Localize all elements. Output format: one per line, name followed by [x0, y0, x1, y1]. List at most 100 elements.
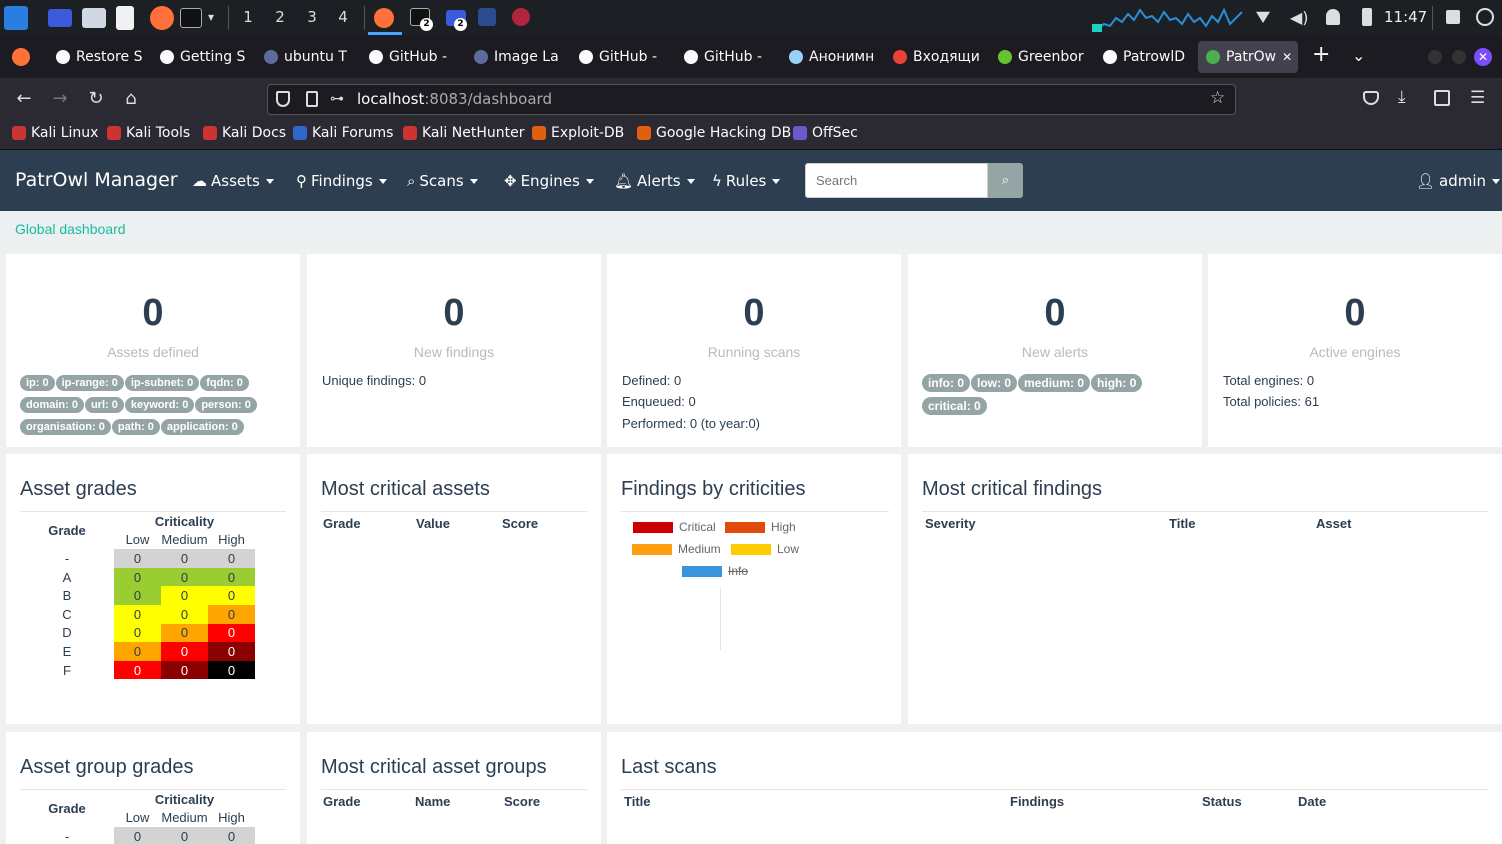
app-window-icon[interactable]: [512, 8, 530, 26]
grade-cell[interactable]: 0: [114, 827, 161, 844]
grade-cell[interactable]: 0: [114, 567, 161, 587]
grade-cell[interactable]: 0: [114, 623, 161, 643]
bookmark-item[interactable]: Google Hacking DB: [637, 125, 791, 141]
browser-tab[interactable]: Getting S: [152, 41, 248, 73]
browser-tab[interactable]: Входящи: [885, 41, 981, 73]
workspace-2[interactable]: 2: [270, 8, 290, 26]
key-icon[interactable]: ⊶: [330, 91, 344, 107]
col-scan-status[interactable]: Status: [1202, 794, 1242, 809]
power-icon[interactable]: [1476, 8, 1494, 26]
chevron-down-icon[interactable]: ▾: [208, 10, 214, 24]
browser-tab[interactable]: Анонимн: [781, 41, 877, 73]
col-group-name[interactable]: Name: [415, 794, 450, 809]
hamburger-menu-icon[interactable]: ☰: [1470, 88, 1485, 108]
search-input[interactable]: [805, 163, 988, 198]
findings-count[interactable]: 0: [307, 292, 601, 335]
page-icon[interactable]: [306, 91, 318, 107]
new-tab-button[interactable]: +: [1312, 42, 1330, 67]
bookmark-item[interactable]: Kali Forums: [293, 125, 393, 141]
grade-cell[interactable]: 0: [114, 660, 161, 680]
grade-cell[interactable]: 0: [161, 586, 208, 605]
firefox-icon[interactable]: [150, 6, 174, 30]
col-group-score[interactable]: Score: [504, 794, 540, 809]
menu-findings[interactable]: ⚲ Findings: [296, 172, 387, 190]
reload-icon[interactable]: ↻: [84, 88, 108, 109]
grade-cell[interactable]: 0: [208, 660, 255, 680]
clock[interactable]: 11:47: [1384, 8, 1427, 26]
grade-cell[interactable]: 0: [114, 604, 161, 624]
downloads-icon[interactable]: ⤓: [1398, 87, 1406, 107]
bookmark-item[interactable]: Kali NetHunter: [403, 125, 524, 141]
close-window-button[interactable]: ✕: [1474, 48, 1492, 66]
assets-count[interactable]: 0: [6, 292, 300, 335]
col-asset[interactable]: Asset: [1316, 516, 1351, 531]
bookmark-item[interactable]: Kali Docs: [203, 125, 286, 141]
grade-cell[interactable]: 0: [161, 567, 208, 587]
browser-tab[interactable]: GitHub -: [361, 41, 457, 73]
browser-tab[interactable]: GitHub -: [571, 41, 667, 73]
grade-cell[interactable]: 0: [161, 549, 208, 568]
monitor-window-icon[interactable]: [478, 8, 496, 26]
col-title[interactable]: Title: [1169, 516, 1196, 531]
browser-tab[interactable]: Greenbor: [990, 41, 1086, 73]
col-group-grade[interactable]: Grade: [323, 794, 361, 809]
menu-alerts[interactable]: 🔔︎ Alerts: [614, 172, 695, 190]
terminal-icon[interactable]: [180, 8, 202, 28]
legend-item[interactable]: Info: [682, 564, 748, 578]
grade-cell[interactable]: 0: [208, 586, 255, 605]
minimize-button[interactable]: [1428, 50, 1442, 64]
browser-tab[interactable]: GitHub -: [676, 41, 772, 73]
grade-cell[interactable]: 0: [208, 549, 255, 568]
alerts-count[interactable]: 0: [908, 292, 1202, 335]
url-text[interactable]: localhost:8083/dashboard: [357, 90, 552, 108]
firefox-window-icon[interactable]: [374, 8, 394, 28]
workspace-3[interactable]: 3: [302, 8, 322, 26]
close-tab-icon[interactable]: ✕: [1282, 50, 1292, 64]
legend-item[interactable]: High: [725, 520, 796, 534]
workspace-4[interactable]: 4: [333, 8, 353, 26]
app-brand[interactable]: PatrOwl Manager: [15, 169, 178, 191]
grade-cell[interactable]: 0: [208, 567, 255, 587]
breadcrumb[interactable]: Global dashboard: [15, 221, 126, 237]
workspace-1[interactable]: 1: [238, 8, 258, 26]
grade-cell[interactable]: 0: [208, 604, 255, 624]
menu-rules[interactable]: ϟ Rules: [712, 172, 781, 190]
tab-list-chevron-icon[interactable]: ⌄: [1352, 46, 1365, 65]
grade-cell[interactable]: 0: [161, 623, 208, 643]
grade-cell[interactable]: 0: [161, 642, 208, 661]
forward-icon[interactable]: →: [48, 88, 72, 109]
shield-icon[interactable]: [276, 91, 290, 107]
col-scan-date[interactable]: Date: [1298, 794, 1326, 809]
user-menu[interactable]: 👤︎ admin: [1416, 172, 1501, 190]
col-score[interactable]: Score: [502, 516, 538, 531]
desktop-icon[interactable]: [48, 9, 72, 27]
scans-count[interactable]: 0: [607, 292, 901, 335]
back-icon[interactable]: ←: [12, 88, 36, 109]
bookmark-item[interactable]: Kali Tools: [107, 125, 190, 141]
grade-cell[interactable]: 0: [114, 642, 161, 661]
legend-item[interactable]: Critical: [633, 520, 716, 534]
kali-menu-icon[interactable]: [4, 6, 28, 30]
search-button[interactable]: ⌕: [988, 163, 1023, 198]
bell-icon[interactable]: [1326, 9, 1340, 25]
browser-tab[interactable]: PatrowlD: [1095, 41, 1191, 73]
grade-cell[interactable]: 0: [208, 642, 255, 661]
browser-tab[interactable]: ubuntu T: [256, 41, 352, 73]
grade-cell[interactable]: 0: [114, 549, 161, 568]
menu-assets[interactable]: ☁ Assets: [192, 172, 274, 190]
bookmark-item[interactable]: OffSec: [793, 125, 858, 141]
file-manager-icon[interactable]: [82, 8, 106, 28]
col-value[interactable]: Value: [416, 516, 450, 531]
grade-cell[interactable]: 0: [161, 604, 208, 624]
extensions-icon[interactable]: [1434, 90, 1450, 106]
engines-count[interactable]: 0: [1208, 292, 1502, 335]
legend-item[interactable]: Low: [731, 542, 799, 556]
grade-cell[interactable]: 0: [114, 586, 161, 605]
col-scan-title[interactable]: Title: [624, 794, 651, 809]
maximize-button[interactable]: [1452, 50, 1466, 64]
browser-tab[interactable]: Image La: [466, 41, 562, 73]
menu-scans[interactable]: ⌕ Scans: [407, 172, 478, 190]
grade-cell[interactable]: 0: [161, 827, 208, 844]
grade-cell[interactable]: 0: [161, 660, 208, 680]
battery-icon[interactable]: [1362, 8, 1372, 26]
